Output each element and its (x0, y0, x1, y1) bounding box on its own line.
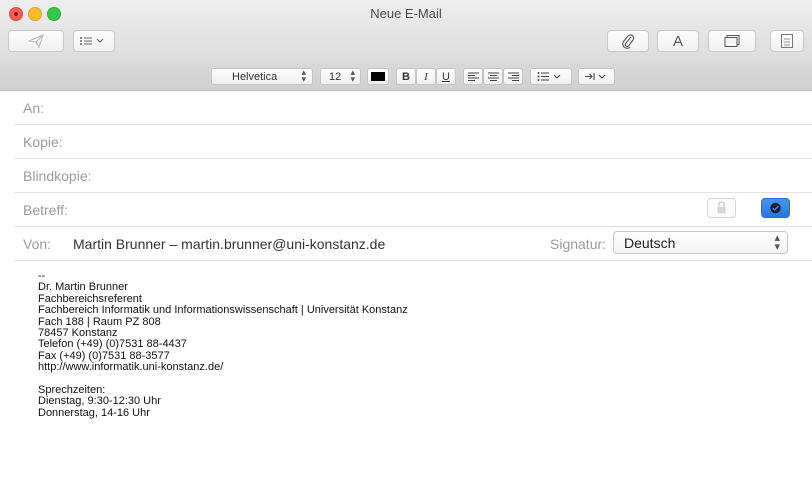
attach-button[interactable] (607, 30, 649, 52)
bold-button[interactable]: B (396, 68, 416, 85)
format-button[interactable]: A (657, 30, 699, 52)
send-paperplane-icon (28, 34, 44, 48)
font-size-value: 12 (329, 70, 342, 83)
color-swatch (371, 72, 385, 81)
align-left-icon (467, 72, 479, 81)
font-family-value: Helvetica (232, 70, 278, 83)
font-family-select[interactable]: Helvetica ▴ ▾ (211, 68, 313, 85)
lock-icon (717, 201, 726, 214)
to-field[interactable]: An: (14, 91, 812, 125)
signature-line: Dr. Martin Brunner (38, 281, 128, 294)
list-style-button[interactable] (530, 68, 572, 85)
signed-seal-icon (770, 202, 781, 214)
send-button[interactable] (8, 30, 64, 52)
text-color-well[interactable] (367, 68, 389, 85)
stationery-button[interactable] (770, 30, 804, 52)
align-center-icon (487, 72, 499, 81)
indent-button[interactable] (578, 68, 615, 85)
to-label: An: (23, 100, 45, 116)
office-hours-line: Donnerstag, 14-16 Uhr (38, 406, 150, 419)
photo-browser-icon (724, 35, 740, 47)
format-bar: Helvetica ▴ ▾ 12 ▴ ▾ B I U (0, 64, 812, 91)
photo-browser-button[interactable] (708, 30, 756, 52)
subject-field[interactable]: Betreff: (14, 193, 812, 227)
message-body[interactable]: -- Dr. Martin Brunner Fachbereichsrefere… (38, 270, 778, 419)
signature-line: Fach 188 | Raum PZ 808 (38, 315, 161, 328)
indent-dropdown-icon (584, 73, 605, 80)
updown-arrow-icon: ▴ ▾ (301, 67, 306, 84)
italic-button[interactable]: I (416, 68, 436, 85)
from-label: Von: (23, 236, 52, 252)
window-title: Neue E-Mail (370, 6, 442, 21)
align-right-button[interactable] (503, 68, 523, 85)
list-dropdown-icon (80, 37, 104, 45)
bcc-field[interactable]: Blindkopie: (14, 159, 812, 193)
header-fields-button[interactable] (73, 30, 115, 52)
signature-separator: -- (38, 270, 46, 282)
bcc-label: Blindkopie: (23, 168, 92, 184)
stationery-icon (781, 34, 793, 48)
signature-line: Fachbereich Informatik und Informationsw… (38, 304, 408, 317)
list-dropdown-icon (537, 72, 561, 81)
cc-label: Kopie: (23, 134, 63, 150)
underline-button[interactable]: U (436, 68, 456, 85)
title-bar: Neue E-Mail A (0, 0, 812, 65)
paperclip-icon (622, 34, 635, 49)
from-field: Von: Martin Brunner – martin.brunner@uni… (14, 227, 812, 261)
signature-link[interactable]: http://www.informatik.uni-konstanz.de/ (38, 361, 778, 373)
subject-label: Betreff: (23, 202, 68, 218)
updown-arrow-icon: ▴ ▾ (774, 232, 780, 253)
align-left-button[interactable] (463, 68, 483, 85)
signature-value: Deutsch (624, 235, 676, 251)
from-account-select[interactable]: Martin Brunner – martin.brunner@uni-kons… (73, 236, 385, 252)
cc-field[interactable]: Kopie: (14, 125, 812, 159)
updown-arrow-icon: ▴ ▾ (350, 67, 355, 84)
encrypt-button[interactable] (707, 198, 736, 218)
align-right-icon (507, 72, 519, 81)
signature-select[interactable]: Deutsch ▴ ▾ (613, 231, 788, 254)
font-size-select[interactable]: 12 ▴ ▾ (320, 68, 361, 85)
sign-button[interactable] (761, 198, 790, 218)
signature-label: Signatur: (550, 236, 607, 252)
align-center-button[interactable] (483, 68, 503, 85)
